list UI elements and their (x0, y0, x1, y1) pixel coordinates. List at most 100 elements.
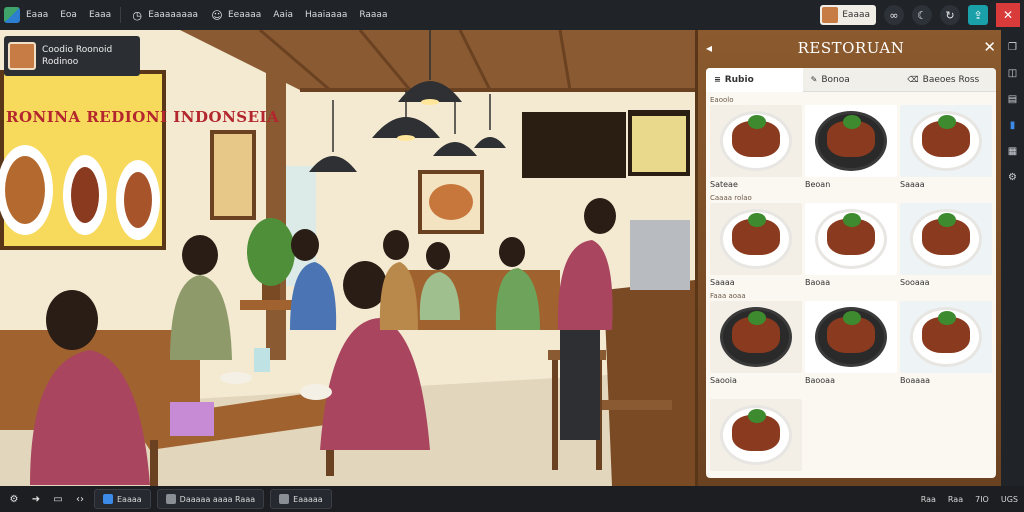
panel-body: ≡ Rubio ✎ Bonoa ⌫ Baeoes Ross Eaoolo Sate… (706, 68, 996, 478)
menu-item[interactable]: Caaaa rolao Saaaa (710, 194, 802, 290)
user-label: Eaaaa (842, 10, 870, 20)
menu-item-caption: Caaaa rolao (710, 194, 752, 202)
top-bar: Eaaa Eoa Eaaa ◷ Eaaaaaaaa ☺ Eeaaaa Aaia … (0, 0, 1024, 30)
user-icon: ☺ (211, 8, 223, 22)
topbar-right-group: Eaaaa ∞ ☾ ↻ ⇪ ✕ (820, 0, 1024, 30)
code-icon[interactable]: ‹› (72, 491, 88, 507)
menu-item-caption (805, 292, 897, 301)
bell-icon: ✎ (810, 75, 818, 84)
panel-title: RESTORUAN (797, 39, 905, 57)
garnish-image (748, 213, 766, 227)
tab-label: Baeoes Ross (922, 74, 980, 85)
garnish-image (938, 115, 956, 129)
menu-item[interactable]: Boaaaa (900, 292, 992, 388)
menu-item[interactable] (710, 390, 802, 478)
taskbar-task-1[interactable]: Eaaaa (94, 489, 151, 509)
text-icon[interactable]: ▤ (1006, 92, 1020, 106)
user-chip[interactable]: Eaaaa (820, 5, 876, 25)
menu-item-photo (710, 105, 802, 177)
menu-item-name: Saaaa (710, 278, 735, 287)
task-label: Eaaaaa (293, 494, 323, 504)
garnish-image (843, 115, 861, 129)
restaurant-scene: Coodio Roonoid Rodinoo RONINA REDIONI IN… (0, 30, 695, 486)
menu-item-label: Eaaaaaaaa (148, 10, 198, 20)
menu-item-photo (710, 203, 802, 275)
menu-item-1[interactable]: Eaaa (20, 0, 54, 30)
menu-item-label: Eaaa (88, 10, 112, 20)
notification-toast[interactable]: Coodio Roonoid Rodinoo (4, 36, 140, 76)
menu-item-photo (805, 105, 897, 177)
garnish-image (748, 115, 766, 129)
status-text: UGS (1000, 494, 1018, 504)
menu-item[interactable]: Eaoolo Sateae (710, 96, 802, 192)
menu-item[interactable]: Baoaa (805, 194, 897, 290)
notification-title: Coodio Roonoid (42, 45, 113, 55)
taskbar-status: Raa Raa 7IO UGS (921, 486, 1018, 512)
app-icon (279, 494, 290, 504)
menu-item-caption (900, 194, 992, 203)
avatar (822, 7, 839, 23)
garnish-image (748, 311, 766, 325)
menu-item-people[interactable]: ☺ Eeaaaa (204, 0, 267, 30)
menu-item-photo (805, 301, 897, 373)
menu-item-name (710, 473, 802, 478)
menu-item[interactable]: Beoan (805, 96, 897, 192)
menu-item[interactable]: Saaaa (900, 96, 992, 192)
tab-menu[interactable]: ≡ Rubio (706, 68, 803, 92)
app-icon (103, 494, 113, 504)
menu-item[interactable]: Sooaaa (900, 194, 992, 290)
list-icon: ≡ (714, 75, 721, 84)
settings-icon[interactable]: ⚙ (1006, 170, 1020, 184)
garnish-image (938, 311, 956, 325)
menu-item-name: Baooaa (805, 376, 835, 385)
menu-grid: Eaoolo Sateae Beoan Saaaa Caaaa rolao Saaaa Ba… (710, 96, 992, 478)
scene-illustration (0, 30, 695, 486)
tab-label: Bonoa (821, 74, 850, 85)
status-text: Raa (920, 494, 936, 504)
menu-item-name: Sateae (710, 180, 738, 189)
taskbar-task-2[interactable]: Daaaaa aaaa Raaa (156, 489, 265, 509)
layers-icon[interactable]: ◫ (1006, 66, 1020, 80)
close-icon[interactable]: ✕ (983, 38, 996, 56)
stack-icon[interactable]: ▦ (1006, 144, 1020, 158)
copy-icon[interactable]: ❐ (1006, 40, 1020, 54)
garnish-image (843, 213, 861, 227)
refresh-icon[interactable]: ↻ (940, 5, 960, 25)
menu-item-2[interactable]: Eoa (54, 0, 83, 30)
menu-item[interactable]: Faaa aoaa Saooia (710, 292, 802, 388)
menu-item-7[interactable]: Haaiaaaa (299, 0, 353, 30)
menu-item-caption: Faaa aoaa (710, 292, 746, 300)
menu-item-name: Saooia (710, 376, 737, 385)
chart-icon[interactable]: ▮ (1006, 118, 1020, 132)
menu-item-photo (900, 105, 992, 177)
app-logo[interactable] (4, 7, 20, 23)
menu-item-history[interactable]: ◷ Eaaaaaaaa (124, 0, 204, 30)
gear-icon[interactable]: ⚙ (6, 491, 22, 507)
menu-item-3[interactable]: Eaaa (83, 0, 117, 30)
menu-item-name: Beoan (805, 180, 831, 189)
link-icon[interactable]: ∞ (884, 5, 904, 25)
menu-item-name: Sooaaa (900, 278, 930, 287)
arrow-icon[interactable]: ➜ (28, 491, 44, 507)
menu-item-8[interactable]: Raaaa (353, 0, 393, 30)
share-icon[interactable]: ⇪ (968, 5, 988, 25)
right-rail: ❐ ◫ ▤ ▮ ▦ ⚙ (1001, 30, 1024, 486)
tab-tags[interactable]: ⌫ Baeoes Ross (899, 68, 996, 92)
window-icon[interactable]: ▭ (50, 491, 66, 507)
app-window: Eaaa Eoa Eaaa ◷ Eaaaaaaaa ☺ Eeaaaa Aaia … (0, 0, 1024, 512)
task-label: Daaaaa aaaa Raaa (179, 494, 256, 504)
moon-icon[interactable]: ☾ (912, 5, 932, 25)
close-icon[interactable]: ✕ (996, 3, 1020, 27)
menu-item-caption (805, 194, 897, 203)
restaurant-banner-text: RONINA REDIONI INDONSEIA (6, 108, 280, 126)
menu-item[interactable]: Baooaa (805, 292, 897, 388)
clock-icon: ◷ (132, 8, 142, 22)
menu-item-photo (900, 301, 992, 373)
menu-item-name: Boaaaa (900, 376, 930, 385)
menu-item-label: Aaia (273, 10, 293, 20)
tab-notifications[interactable]: ✎ Bonoa (803, 68, 900, 92)
menu-item-photo (710, 399, 802, 471)
menu-item-caption (900, 96, 992, 105)
taskbar-task-3[interactable]: Eaaaaa (270, 489, 332, 509)
menu-item-6[interactable]: Aaia (267, 0, 299, 30)
